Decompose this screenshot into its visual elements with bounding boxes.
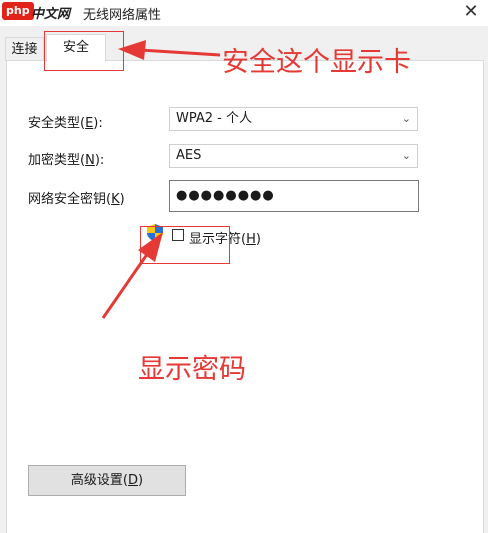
site-logo: php 中文网	[2, 2, 80, 22]
encryption-type-label-text: 加密类型(	[28, 153, 86, 168]
security-type-select[interactable]: WPA2 - 个人 ⌄	[169, 107, 418, 131]
security-type-value: WPA2 - 个人	[176, 111, 252, 126]
show-characters-label-end: )	[255, 232, 261, 247]
advanced-button-accesskey: D	[127, 473, 138, 488]
annotation-tab-note: 安全这个显示卡	[222, 47, 411, 78]
advanced-button-text-end: )	[138, 473, 144, 488]
network-key-input[interactable]: ●●●●●●●●	[169, 180, 419, 212]
encryption-type-value: AES	[176, 148, 202, 163]
chevron-down-icon: ⌄	[401, 112, 411, 125]
show-characters-accesskey: H	[246, 232, 256, 247]
annotation-box-tab	[44, 31, 124, 71]
chevron-down-icon: ⌄	[401, 149, 411, 162]
security-type-label-text: 安全类型(	[28, 116, 86, 131]
logo-cn: 中文网	[31, 7, 71, 22]
network-key-label-text: 网络安全密钥(	[28, 192, 112, 207]
logo-php: php	[2, 2, 34, 20]
network-key-label: 网络安全密钥(K)	[28, 188, 125, 207]
encryption-type-select[interactable]: AES ⌄	[169, 144, 418, 168]
annotation-password-note: 显示密码	[138, 354, 246, 385]
annotation-box-checkbox	[140, 226, 230, 264]
network-key-accesskey: K	[111, 192, 120, 207]
title-bar: php 中文网 无线网络属性 ✕	[0, 0, 488, 26]
network-key-label-end: )	[119, 192, 125, 207]
security-type-label-end: ):	[93, 116, 103, 131]
advanced-button-text: 高级设置(	[70, 473, 128, 488]
encryption-type-label: 加密类型(N):	[28, 149, 104, 168]
security-type-label: 安全类型(E):	[28, 112, 103, 131]
window-title: 无线网络属性	[83, 8, 162, 23]
encryption-type-label-end: ):	[94, 153, 105, 168]
encryption-type-accesskey: N	[85, 153, 95, 168]
close-icon[interactable]: ✕	[460, 1, 482, 23]
advanced-settings-button[interactable]: 高级设置(D)	[28, 465, 186, 496]
annotation-arrow-tab	[118, 40, 221, 60]
tab-connection[interactable]: 连接	[5, 37, 44, 61]
